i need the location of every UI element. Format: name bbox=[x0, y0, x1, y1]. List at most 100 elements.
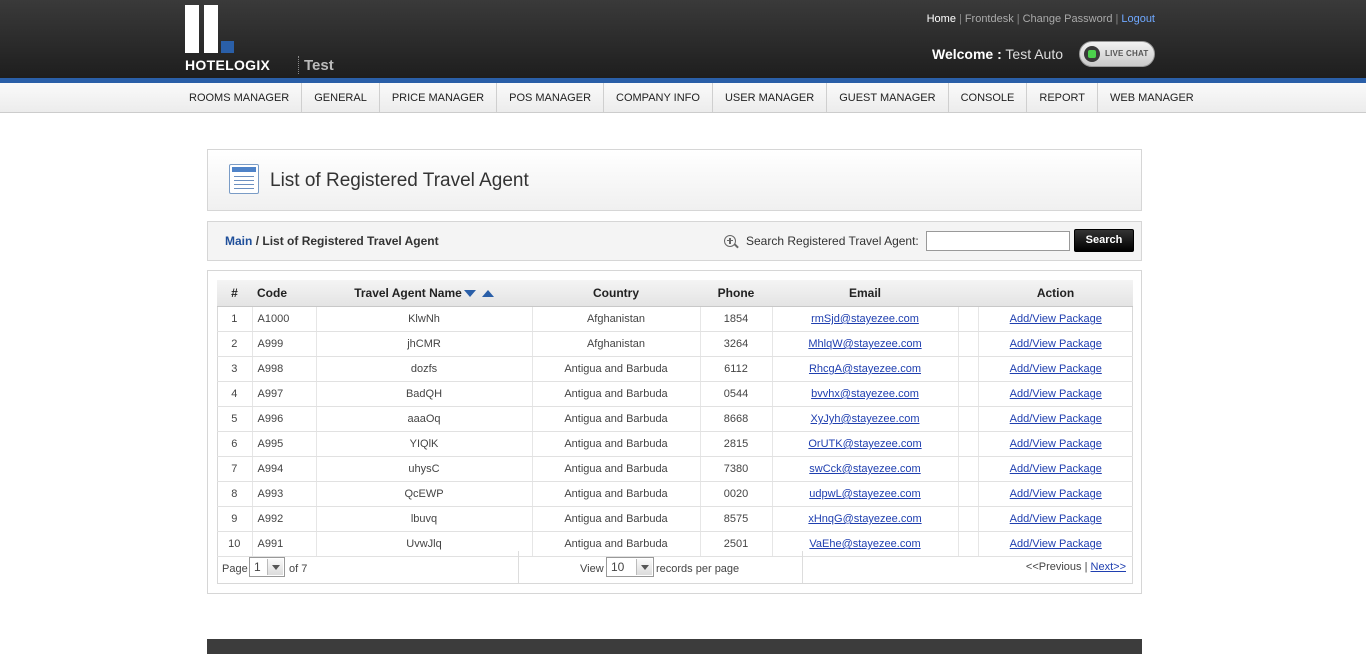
nav-company-info[interactable]: COMPANY INFO bbox=[604, 83, 713, 112]
col-header-phone[interactable]: Phone bbox=[700, 280, 772, 307]
col-header-code[interactable]: Code bbox=[252, 280, 316, 307]
add-view-package-link[interactable]: Add/View Package bbox=[1010, 363, 1102, 375]
cell-phone: 0544 bbox=[700, 381, 773, 407]
cell-name: KlwNh bbox=[316, 306, 533, 332]
change-password-link[interactable]: Change Password bbox=[1023, 13, 1113, 25]
live-chat-button[interactable]: LIVE CHAT bbox=[1079, 41, 1155, 67]
add-view-package-link[interactable]: Add/View Package bbox=[1010, 413, 1102, 425]
email-link[interactable]: XyJyh@stayezee.com bbox=[811, 413, 920, 425]
cell-email: bvvhx@stayezee.com bbox=[772, 381, 959, 407]
home-link[interactable]: Home bbox=[927, 13, 956, 25]
travel-agent-table: # Code Travel Agent Name Country Phone E… bbox=[217, 280, 1133, 557]
cell-country: Antigua and Barbuda bbox=[532, 456, 701, 482]
add-view-package-link[interactable]: Add/View Package bbox=[1010, 513, 1102, 525]
cell-country: Antigua and Barbuda bbox=[532, 356, 701, 382]
next-link[interactable]: Next>> bbox=[1091, 561, 1126, 573]
nav-rooms-manager[interactable]: ROOMS MANAGER bbox=[183, 83, 303, 112]
email-link[interactable]: MhlqW@stayezee.com bbox=[808, 338, 921, 350]
cell-spacer bbox=[958, 506, 979, 532]
sort-descending-icon[interactable] bbox=[463, 290, 476, 298]
table-row: 5 A996 aaaOq Antigua and Barbuda 8668 Xy… bbox=[217, 406, 1133, 432]
cell-phone: 8575 bbox=[700, 506, 773, 532]
breadcrumb-bar: Main / List of Registered Travel Agent S… bbox=[207, 221, 1142, 261]
col-header-spacer bbox=[958, 280, 978, 307]
email-link[interactable]: VaEhe@stayezee.com bbox=[809, 538, 920, 550]
cell-spacer bbox=[958, 481, 979, 507]
nav-general[interactable]: GENERAL bbox=[302, 83, 380, 112]
cell-spacer bbox=[958, 406, 979, 432]
col-header-name[interactable]: Travel Agent Name bbox=[316, 280, 532, 307]
add-view-package-link[interactable]: Add/View Package bbox=[1010, 488, 1102, 500]
add-view-package-link[interactable]: Add/View Package bbox=[1010, 313, 1102, 325]
nav-pos-manager[interactable]: POS MANAGER bbox=[497, 83, 605, 112]
cell-name: QcEWP bbox=[316, 481, 533, 507]
frontdesk-link[interactable]: Frontdesk bbox=[965, 13, 1014, 25]
link-separator: | bbox=[1016, 13, 1020, 25]
logo-bar bbox=[185, 5, 199, 53]
breadcrumb: Main / List of Registered Travel Agent bbox=[225, 234, 439, 248]
nav-web-manager[interactable]: WEB MANAGER bbox=[1098, 83, 1206, 112]
cell-name: BadQH bbox=[316, 381, 533, 407]
pager-nav-links: <<Previous | Next>> bbox=[1026, 561, 1126, 573]
page-title: List of Registered Travel Agent bbox=[270, 170, 529, 191]
cell-code: A992 bbox=[252, 506, 317, 532]
link-separator: | bbox=[958, 13, 962, 25]
email-link[interactable]: bvvhx@stayezee.com bbox=[811, 388, 919, 400]
cell-name: lbuvq bbox=[316, 506, 533, 532]
cell-spacer bbox=[958, 456, 979, 482]
email-link[interactable]: OrUTK@stayezee.com bbox=[808, 438, 921, 450]
breadcrumb-separator: / bbox=[255, 234, 260, 248]
table-row: 1 A1000 KlwNh Afghanistan 1854 rmSjd@sta… bbox=[217, 306, 1133, 332]
breadcrumb-main-link[interactable]: Main bbox=[225, 234, 252, 248]
table-row: 8 A993 QcEWP Antigua and Barbuda 0020 ud… bbox=[217, 481, 1133, 507]
cell-name: dozfs bbox=[316, 356, 533, 382]
add-view-package-link[interactable]: Add/View Package bbox=[1010, 463, 1102, 475]
cell-action: Add/View Package bbox=[978, 456, 1133, 482]
nav-price-manager[interactable]: PRICE MANAGER bbox=[380, 83, 498, 112]
cell-code: A996 bbox=[252, 406, 317, 432]
agent-list-panel: # Code Travel Agent Name Country Phone E… bbox=[207, 270, 1142, 594]
email-link[interactable]: rmSjd@stayezee.com bbox=[811, 313, 919, 325]
email-link[interactable]: RhcgA@stayezee.com bbox=[809, 363, 921, 375]
records-per-page-section: View 10 records per page bbox=[518, 551, 803, 583]
search-input[interactable] bbox=[926, 231, 1070, 251]
cell-code: A994 bbox=[252, 456, 317, 482]
table-row: 9 A992 lbuvq Antigua and Barbuda 8575 xH… bbox=[217, 506, 1133, 532]
logout-link[interactable]: Logout bbox=[1121, 13, 1155, 25]
email-link[interactable]: swCck@stayezee.com bbox=[809, 463, 920, 475]
search-button[interactable]: Search bbox=[1074, 229, 1134, 252]
cell-email: xHnqG@stayezee.com bbox=[772, 506, 959, 532]
col-header-email[interactable]: Email bbox=[772, 280, 958, 307]
chevron-down-icon bbox=[636, 559, 652, 575]
cell-email: swCck@stayezee.com bbox=[772, 456, 959, 482]
email-link[interactable]: xHnqG@stayezee.com bbox=[808, 513, 921, 525]
col-header-country[interactable]: Country bbox=[532, 280, 700, 307]
add-view-package-link[interactable]: Add/View Package bbox=[1010, 388, 1102, 400]
previous-link: <<Previous bbox=[1025, 561, 1082, 573]
records-per-page-select[interactable]: 10 bbox=[606, 557, 654, 577]
pager-separator: | bbox=[1084, 561, 1088, 573]
cell-num: 5 bbox=[217, 406, 253, 432]
email-link[interactable]: udpwL@stayezee.com bbox=[809, 488, 920, 500]
page-select[interactable]: 1 bbox=[249, 557, 285, 577]
sort-ascending-icon[interactable] bbox=[481, 290, 494, 298]
col-header-num: # bbox=[217, 280, 252, 307]
add-view-package-link[interactable]: Add/View Package bbox=[1010, 438, 1102, 450]
footer-bar bbox=[207, 639, 1142, 654]
logo-wordmark: HOTELOGIX bbox=[185, 57, 271, 73]
nav-guest-manager[interactable]: GUEST MANAGER bbox=[827, 83, 949, 112]
add-view-package-link[interactable]: Add/View Package bbox=[1010, 338, 1102, 350]
cell-action: Add/View Package bbox=[978, 481, 1133, 507]
cell-spacer bbox=[958, 381, 979, 407]
page-select-value: 1 bbox=[254, 560, 261, 574]
table-header-row: # Code Travel Agent Name Country Phone E… bbox=[217, 280, 1133, 307]
nav-console[interactable]: CONSOLE bbox=[949, 83, 1028, 112]
add-view-package-link[interactable]: Add/View Package bbox=[1010, 538, 1102, 550]
cell-action: Add/View Package bbox=[978, 331, 1133, 357]
nav-user-manager[interactable]: USER MANAGER bbox=[713, 83, 828, 112]
cell-action: Add/View Package bbox=[978, 406, 1133, 432]
cell-spacer bbox=[958, 331, 979, 357]
hotelogix-logo[interactable]: HOTELOGIX bbox=[185, 5, 285, 75]
cell-num: 4 bbox=[217, 381, 253, 407]
nav-report[interactable]: REPORT bbox=[1027, 83, 1099, 112]
